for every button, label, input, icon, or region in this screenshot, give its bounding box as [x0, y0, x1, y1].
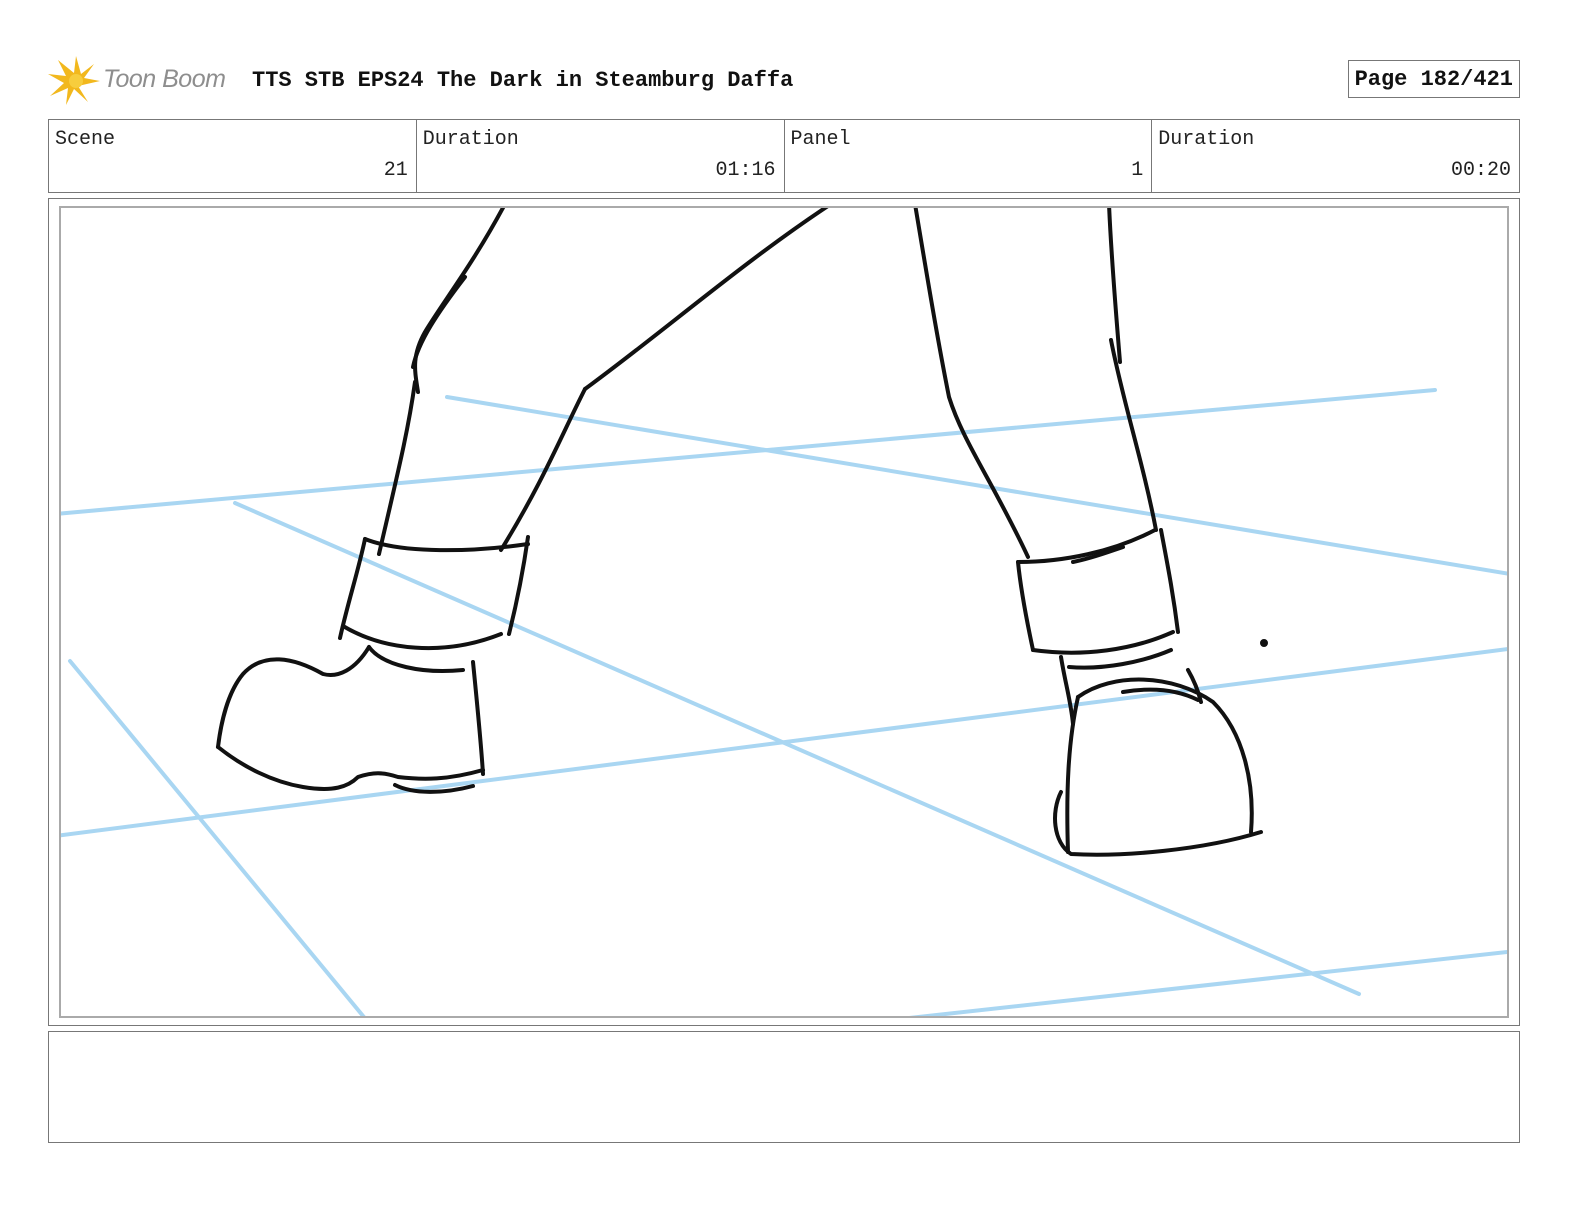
panel-duration-label: Duration [1158, 128, 1255, 151]
scene-duration-value: 01:16 [715, 159, 776, 182]
scene-value: 21 [383, 159, 408, 182]
storyboard-panel [48, 198, 1520, 1026]
panel-value: 1 [1131, 159, 1144, 182]
panel-label: Panel [790, 128, 851, 151]
panel-cell: Panel 1 [785, 120, 1153, 192]
document-title: TTS STB EPS24 The Dark in Steamburg Daff… [252, 68, 794, 93]
panel-info-row: Scene 21 Duration 01:16 Panel 1 Duration… [48, 119, 1520, 193]
logo-text: Toon Boom [103, 65, 226, 93]
page-indicator: Page 182/421 [1347, 60, 1520, 98]
page-header: Toon Boom TTS STB EPS24 The Dark in Stea… [48, 56, 1520, 106]
perspective-guide-lines [61, 388, 1507, 1016]
panel-duration-value: 00:20 [1450, 159, 1511, 182]
scene-duration-cell: Duration 01:16 [417, 120, 785, 192]
character-legs-sketch [216, 208, 1268, 857]
starburst-icon [48, 56, 100, 105]
panel-sketch [61, 208, 1507, 1016]
panel-notes-box [48, 1031, 1520, 1143]
scene-label: Scene [55, 128, 116, 151]
panel-duration-cell: Duration 00:20 [1152, 120, 1519, 192]
scene-duration-label: Duration [422, 128, 519, 151]
scene-cell: Scene 21 [49, 120, 417, 192]
panel-drawing-area [59, 206, 1509, 1018]
toon-boom-logo: Toon Boom [48, 56, 240, 106]
